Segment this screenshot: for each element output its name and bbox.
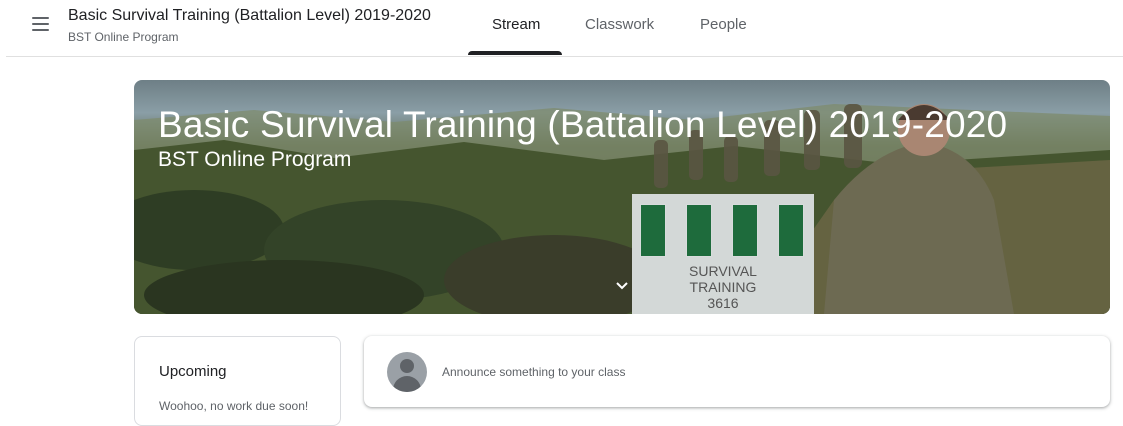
tab-people[interactable]: People <box>700 16 747 33</box>
sign-line-2: TRAINING <box>689 279 757 295</box>
sign-line-3: 3616 <box>707 295 739 311</box>
header-divider <box>6 56 1123 57</box>
upcoming-card: Upcoming Woohoo, no work due soon! <box>134 336 341 426</box>
sign-stripe <box>732 204 758 257</box>
top-bar: Basic Survival Training (Battalion Level… <box>0 0 1123 56</box>
hamburger-menu-icon[interactable] <box>28 12 56 36</box>
upcoming-title: Upcoming <box>159 363 227 380</box>
banner-title: Basic Survival Training (Battalion Level… <box>158 104 1008 145</box>
sign-stripe <box>686 204 712 257</box>
tab-classwork[interactable]: Classwork <box>585 16 654 33</box>
chevron-down-icon[interactable] <box>614 278 630 294</box>
announce-box[interactable]: Announce something to your class <box>364 336 1110 407</box>
default-avatar-icon <box>387 352 427 392</box>
survival-training-sign: SURVIVAL TRAINING 3616 <box>632 194 814 314</box>
sign-stripe <box>640 204 666 257</box>
course-banner: Basic Survival Training (Battalion Level… <box>134 80 1110 314</box>
tab-stream[interactable]: Stream <box>492 16 540 33</box>
announce-placeholder[interactable]: Announce something to your class <box>442 365 625 379</box>
course-title[interactable]: Basic Survival Training (Battalion Level… <box>68 7 431 25</box>
active-tab-indicator <box>468 51 562 55</box>
banner-subtitle: BST Online Program <box>158 148 352 171</box>
sign-stripe <box>778 204 804 257</box>
sign-line-1: SURVIVAL <box>689 263 757 279</box>
course-section: BST Online Program <box>68 30 179 44</box>
